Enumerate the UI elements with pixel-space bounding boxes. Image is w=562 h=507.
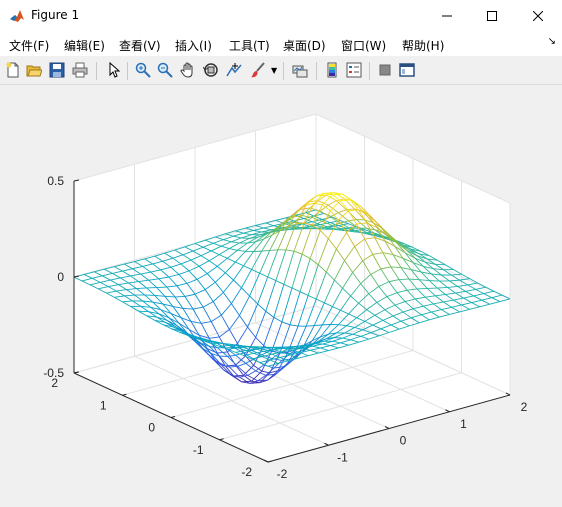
- hide-plot-tools-icon[interactable]: [377, 62, 393, 78]
- y-tick-label: 1: [100, 398, 107, 412]
- print-icon[interactable]: [72, 62, 88, 78]
- figure-canvas[interactable]: 0.5 0 -0.5 -2 -1 0 1 2 -2 -1 0 1 2: [0, 85, 562, 507]
- mesh-edge: [156, 286, 167, 289]
- brush-dropdown-icon[interactable]: ▼: [271, 66, 287, 82]
- legend-icon[interactable]: [346, 62, 362, 78]
- save-icon[interactable]: [49, 62, 65, 78]
- mesh-edge: [295, 226, 307, 229]
- x-tick-label: -2: [277, 467, 288, 481]
- minimize-icon: [442, 15, 452, 17]
- mesh-edge: [390, 266, 402, 268]
- x-tick-label: 1: [460, 417, 467, 431]
- menu-help[interactable]: 帮助(H): [402, 37, 444, 54]
- show-plot-tools-icon[interactable]: [399, 62, 415, 78]
- maximize-icon: [487, 11, 497, 21]
- mesh-edge: [269, 249, 278, 251]
- x-tick-label: 0: [400, 434, 407, 448]
- mesh-edge: [332, 193, 343, 196]
- figure-toolbar: ▼: [0, 57, 562, 85]
- toolbar-separator: [369, 62, 370, 80]
- title-bar[interactable]: Figure 1: [0, 0, 562, 32]
- z-tick-label: 0.5: [47, 174, 64, 188]
- toolbar-separator: [283, 62, 284, 80]
- menu-tools[interactable]: 工具(T): [229, 37, 270, 54]
- y-tick-label: -2: [241, 465, 252, 479]
- mesh-edge: [182, 308, 194, 310]
- mesh-edge: [437, 286, 448, 289]
- menu-desktop[interactable]: 桌面(D): [283, 37, 326, 54]
- brush-icon[interactable]: [250, 62, 266, 78]
- new-figure-icon[interactable]: [5, 62, 21, 78]
- zoom-out-icon[interactable]: [157, 62, 173, 78]
- window-title: Figure 1: [31, 8, 80, 22]
- mesh-edge: [164, 295, 175, 298]
- dock-arrow-icon[interactable]: ↘: [548, 36, 556, 47]
- menu-window[interactable]: 窗口(W): [341, 37, 386, 54]
- mesh-edge: [435, 263, 446, 266]
- pan-icon[interactable]: [180, 62, 196, 78]
- zoom-in-icon[interactable]: [135, 62, 151, 78]
- x-tick-label: 2: [521, 400, 528, 414]
- close-icon: [533, 11, 543, 21]
- rotate-3d-icon[interactable]: [203, 62, 219, 78]
- data-cursor-icon[interactable]: [226, 62, 242, 78]
- menu-edit[interactable]: 编辑(E): [64, 37, 105, 54]
- menu-file[interactable]: 文件(F): [9, 37, 49, 54]
- mesh-edge: [417, 287, 428, 290]
- surface-plot[interactable]: 0.50-0.5-2-1012-2-1012: [0, 85, 562, 507]
- matlab-logo-icon: [9, 8, 25, 24]
- figure-window: Figure 1 文件(F) 编辑(E) 查看(V) 插入(I) 工具(T) 桌…: [0, 0, 562, 507]
- y-tick-label: 0: [148, 421, 155, 435]
- menu-view[interactable]: 查看(V): [119, 37, 161, 54]
- mesh-edge: [144, 294, 155, 296]
- mesh-edge: [429, 280, 440, 282]
- z-tick-label: 0: [57, 270, 64, 284]
- mesh-edge: [409, 278, 420, 281]
- maximize-button[interactable]: [469, 0, 515, 32]
- mesh-edge: [136, 287, 147, 290]
- menu-bar: 文件(F) 编辑(E) 查看(V) 插入(I) 工具(T) 桌面(D) 窗口(W…: [0, 32, 562, 56]
- mesh-edge: [306, 325, 315, 327]
- link-plot-icon[interactable]: [292, 62, 308, 78]
- minimize-button[interactable]: [424, 0, 470, 32]
- menu-insert[interactable]: 插入(I): [175, 37, 212, 54]
- y-tick-label: -1: [193, 443, 204, 457]
- colorbar-icon[interactable]: [324, 62, 340, 78]
- open-file-icon[interactable]: [26, 62, 42, 78]
- x-tick-label: -1: [337, 450, 348, 464]
- pointer-icon[interactable]: [106, 62, 122, 78]
- y-tick-label: 2: [51, 376, 58, 390]
- toolbar-separator: [127, 62, 128, 80]
- toolbar-separator: [96, 62, 97, 80]
- close-button[interactable]: [515, 0, 561, 32]
- toolbar-separator: [316, 62, 317, 80]
